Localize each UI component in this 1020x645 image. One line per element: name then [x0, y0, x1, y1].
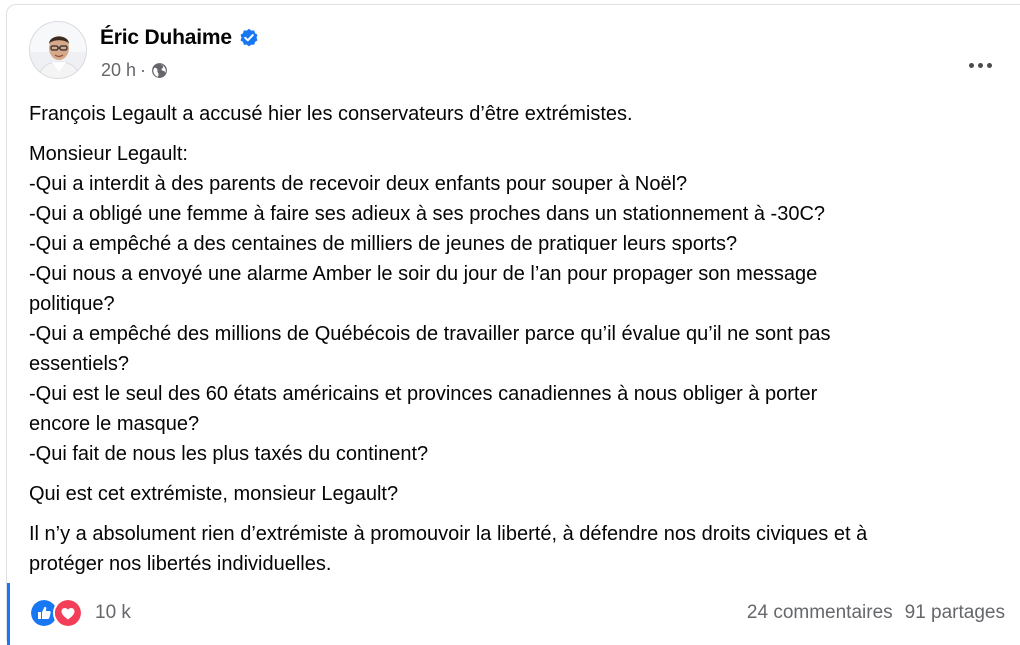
meta-separator: ·: [140, 60, 147, 80]
shares-count-link[interactable]: 91 partages: [905, 602, 1005, 624]
reactions-summary[interactable]: 10 k: [29, 598, 131, 628]
post-line: -Qui a empêché des millions de Québécois…: [29, 323, 831, 345]
author-name[interactable]: Éric Duhaime: [100, 26, 232, 50]
post-line: Il n’y a absolument rien d’extrémiste à …: [29, 523, 868, 545]
engagement-counts: 24 commentaires 91 partages: [747, 602, 1005, 624]
more-options-icon[interactable]: [963, 55, 997, 75]
post-line: Monsieur Legault:: [29, 143, 188, 165]
more-dot: [986, 62, 992, 68]
author-name-row: Éric Duhaime: [100, 26, 259, 50]
post-line: Qui est cet extrémiste, monsieur Legault…: [29, 483, 399, 505]
post-paragraph: Il n’y a absolument rien d’extrémiste à …: [29, 519, 1019, 579]
more-dot: [977, 62, 983, 68]
author-avatar[interactable]: [29, 21, 87, 79]
post-header: Éric Duhaime 20 h ·: [29, 21, 1020, 91]
post-line: essentiels?: [29, 353, 130, 375]
avatar-image: [30, 22, 86, 78]
post-card: Éric Duhaime 20 h · François Legault a a…: [6, 4, 1020, 645]
post-paragraph: Monsieur Legault: -Qui a interdit à des …: [29, 139, 1019, 469]
post-message: François Legault a accusé hier les conse…: [29, 99, 1019, 589]
post-paragraph: François Legault a accusé hier les conse…: [29, 99, 1019, 129]
comments-count-link[interactable]: 24 commentaires: [747, 602, 893, 624]
post-line: -Qui nous a envoyé une alarme Amber le s…: [29, 263, 818, 285]
post-line: protéger nos libertés individuelles.: [29, 553, 332, 575]
post-line: -Qui a empêché a des centaines de millie…: [29, 233, 738, 255]
reaction-count[interactable]: 10 k: [95, 602, 131, 624]
post-line: -Qui fait de nous les plus taxés du cont…: [29, 443, 429, 465]
more-dot: [968, 62, 974, 68]
focus-indicator: [7, 583, 10, 645]
post-paragraph: Qui est cet extrémiste, monsieur Legault…: [29, 479, 1019, 509]
post-line: -Qui est le seul des 60 états américains…: [29, 383, 818, 405]
post-footer: 10 k 24 commentaires 91 partages: [29, 595, 1005, 631]
globe-icon[interactable]: [151, 62, 168, 79]
post-line: François Legault a accusé hier les conse…: [29, 103, 633, 125]
post-line: encore le masque?: [29, 413, 200, 435]
post-line: -Qui a obligé une femme à faire ses adie…: [29, 203, 826, 225]
love-reaction-icon: [53, 598, 83, 628]
post-line: -Qui a interdit à des parents de recevoi…: [29, 173, 688, 195]
post-meta: 20 h ·: [101, 60, 168, 81]
post-line: politique?: [29, 293, 115, 315]
verified-badge-icon: [240, 28, 258, 47]
post-timestamp[interactable]: 20 h: [101, 60, 136, 81]
